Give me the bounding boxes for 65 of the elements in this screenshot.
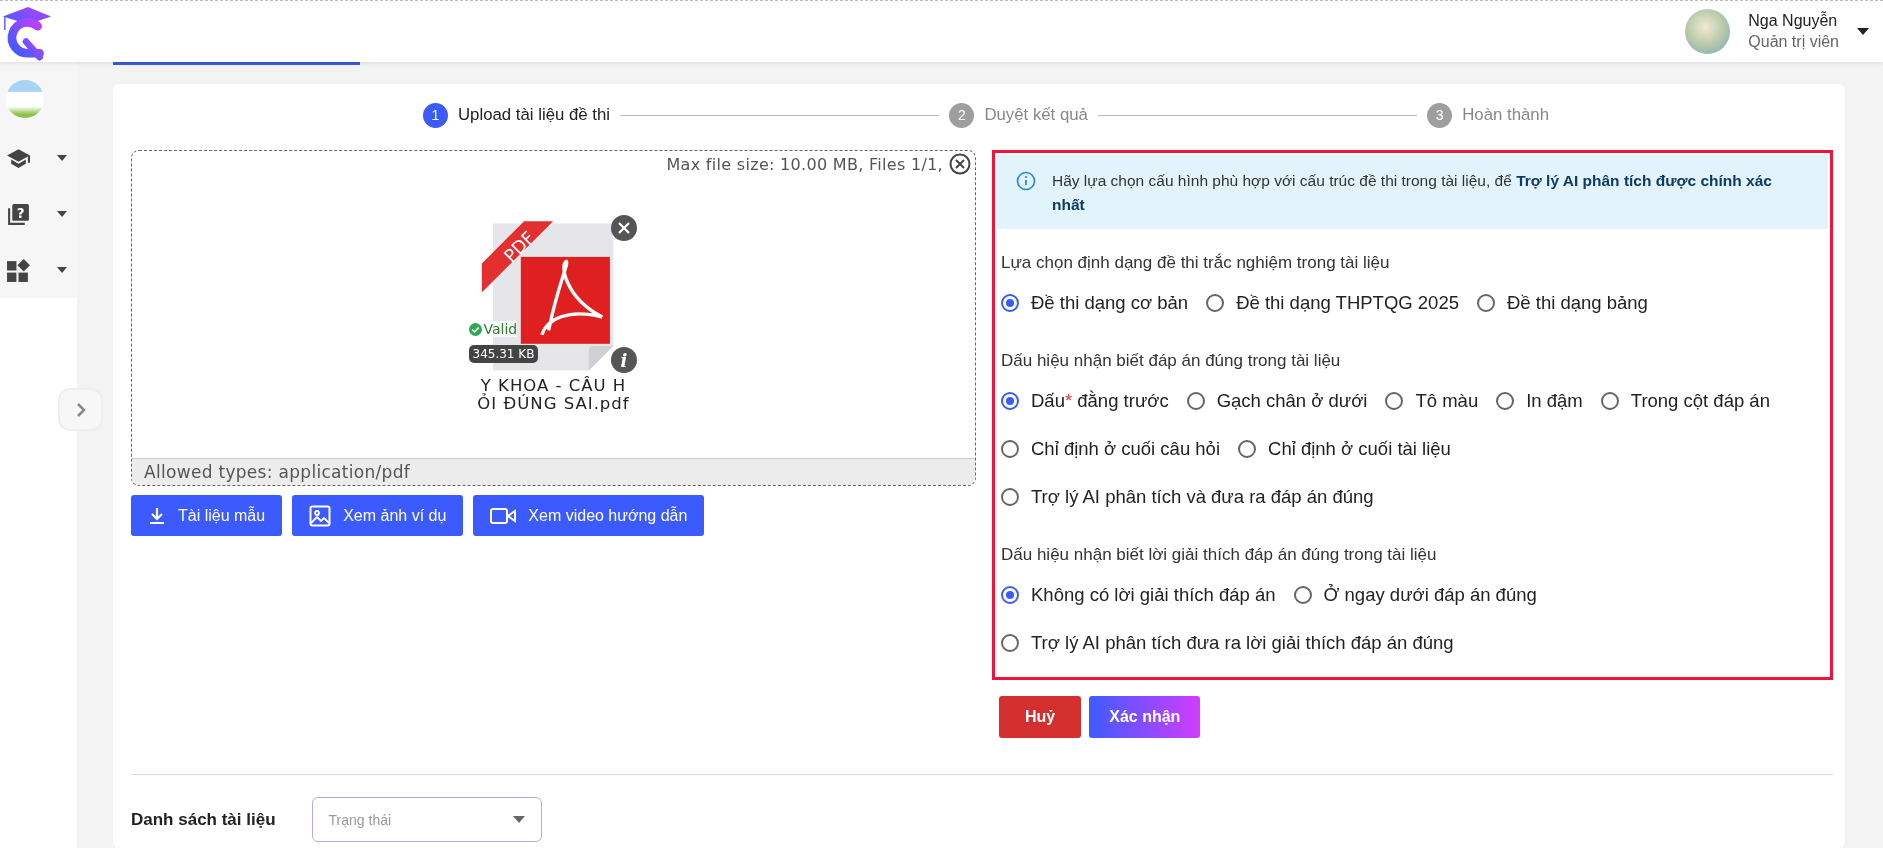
- radio-option[interactable]: Đề thi dạng THPTQG 2025: [1206, 292, 1459, 314]
- radio-button[interactable]: [1001, 586, 1019, 604]
- download-icon[interactable]: [148, 506, 166, 525]
- allowed-types-text: Allowed types: application/pdf: [132, 458, 975, 485]
- radio-button[interactable]: [1238, 440, 1257, 458]
- radio-option[interactable]: Ở ngay dưới đáp án đúng: [1293, 584, 1537, 606]
- step-label: Duyệt kết quả: [984, 105, 1088, 125]
- file-size-badge: 345.31 KB: [468, 345, 539, 363]
- info-icon: [1016, 171, 1036, 191]
- radio-option[interactable]: Đề thi dạng cơ bản: [1001, 292, 1189, 314]
- radio-option[interactable]: Dấu* đằng trước: [1001, 390, 1169, 412]
- check-circle-icon: [468, 322, 482, 336]
- radio-option[interactable]: Trợ lý AI phân tích đưa ra lời giải thích đáp án đúng: [1001, 632, 1454, 654]
- download-button[interactable]: Tài liệu mẫu: [131, 495, 283, 536]
- step-label: Hoàn thành: [1462, 105, 1549, 125]
- caret-icon[interactable]: [57, 155, 67, 161]
- image-button[interactable]: Xem ảnh ví dụ: [292, 495, 464, 536]
- radio-option[interactable]: Đề thi dạng bảng: [1476, 292, 1648, 314]
- radio-button[interactable]: [1001, 440, 1019, 458]
- valid-status: Valid: [483, 321, 518, 337]
- chevron-right-icon[interactable]: [75, 401, 86, 418]
- section-title: Danh sách tài liệu: [131, 809, 276, 830]
- user-name: Nga Nguyễn: [1748, 12, 1839, 30]
- radio-button[interactable]: [1001, 634, 1019, 652]
- video-button[interactable]: Xem video hướng dẫn: [473, 495, 705, 536]
- cancel-button[interactable]: Huỷ: [999, 696, 1082, 738]
- step-label: Upload tài liệu đề thi: [458, 105, 611, 125]
- remove-file-icon[interactable]: [610, 215, 637, 241]
- group-title: Dấu hiệu nhận biết đáp án đúng trong tài liệu: [1001, 351, 1342, 371]
- image-icon[interactable]: [309, 504, 332, 527]
- radio-option[interactable]: Tô màu: [1385, 390, 1479, 412]
- step-number: 1: [423, 102, 448, 128]
- radio-button[interactable]: [1476, 294, 1495, 312]
- radio-button[interactable]: [1600, 392, 1619, 410]
- radio-option[interactable]: Chỉ định ở cuối tài liệu: [1238, 438, 1451, 460]
- file-name: Y KHOA - CÂU H ỎI ĐÚNG SAI.pdf: [477, 377, 630, 413]
- radio-button[interactable]: [1001, 488, 1019, 506]
- caret-icon[interactable]: [1857, 28, 1869, 35]
- radio-button[interactable]: [1186, 392, 1205, 410]
- widgets-icon[interactable]: [6, 257, 31, 283]
- radio-option[interactable]: In đậm: [1496, 390, 1583, 412]
- radio-button[interactable]: [1206, 294, 1225, 312]
- upload-limit-text: Max file size: 10.00 MB, Files 1/1,: [666, 154, 943, 174]
- radio-option[interactable]: Gạch chân ở dưới: [1186, 390, 1368, 412]
- radio-button[interactable]: [1001, 294, 1019, 312]
- video-camera-icon[interactable]: [490, 506, 517, 525]
- info-icon[interactable]: i: [610, 347, 637, 373]
- radio-button[interactable]: [1293, 586, 1312, 604]
- group-title: Lựa chọn định dạng đề thi trắc nghiệm trong tài liệu: [1001, 253, 1391, 273]
- info-text: Hãy lựa chọn cấu hình phù hợp với cấu trúc đề thi trong tài liệu, để Trợ lý AI phân tích được chính xác nhất: [1052, 171, 1773, 215]
- radio-option[interactable]: Chỉ định ở cuối câu hỏi: [1001, 438, 1221, 460]
- radio-option[interactable]: Trong cột đáp án: [1600, 390, 1770, 412]
- caret-icon[interactable]: [57, 267, 67, 273]
- radio-button[interactable]: [1001, 392, 1019, 410]
- group-title: Dấu hiệu nhận biết lời giải thích đáp án đúng trong tài liệu: [1001, 545, 1438, 565]
- user-role: Quản trị viên: [1748, 33, 1839, 51]
- close-icon[interactable]: [949, 153, 971, 175]
- step-number: 3: [1427, 102, 1453, 128]
- caret-icon[interactable]: [57, 211, 67, 217]
- radio-button[interactable]: [1385, 392, 1404, 410]
- radio-option[interactable]: Trợ lý AI phân tích và đưa ra đáp án đúng: [1001, 486, 1374, 508]
- confirm-button[interactable]: Xác nhận: [1089, 696, 1201, 738]
- radio-option[interactable]: Không có lời giải thích đáp án: [1001, 584, 1276, 606]
- radio-button[interactable]: [1496, 392, 1515, 410]
- step-number: 2: [949, 102, 975, 128]
